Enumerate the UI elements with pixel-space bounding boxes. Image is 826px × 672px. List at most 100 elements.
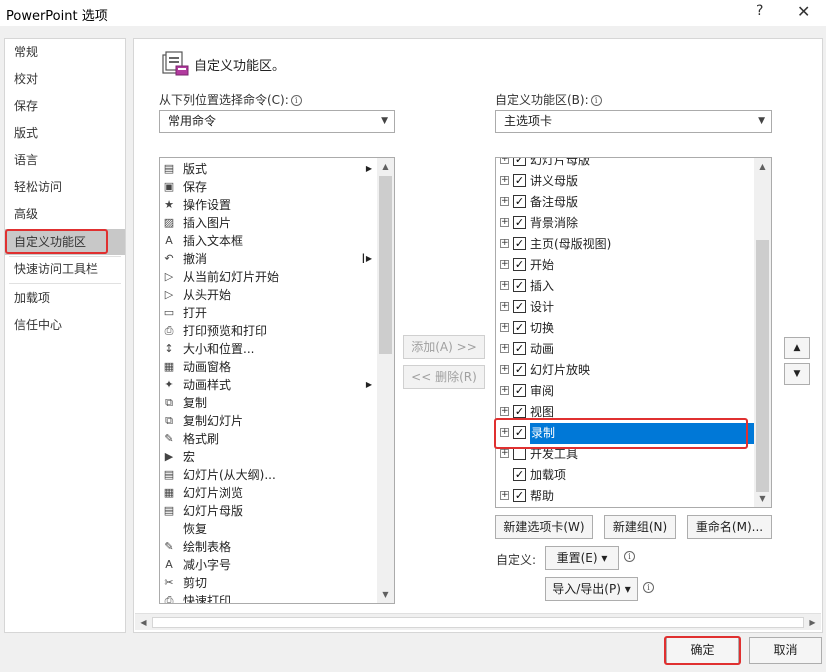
nav-item[interactable]: 信任中心 <box>5 312 125 338</box>
command-item[interactable]: ★ 操作设置 <box>160 196 376 214</box>
tabs-scrollbar[interactable]: ▲ ▼ <box>754 158 771 507</box>
cancel-button[interactable]: 取消 <box>749 637 822 664</box>
new-tab-button[interactable]: 新建选项卡(W) <box>495 515 593 539</box>
ribbon-tab-item[interactable]: + ✓ 讲义母版 <box>496 171 756 192</box>
nav-item[interactable]: 快速访问工具栏 <box>5 256 125 282</box>
ribbon-tab-item[interactable]: + ✓ 设计 <box>496 297 756 318</box>
checkbox-checked-icon[interactable]: ✓ <box>513 405 526 418</box>
command-item[interactable]: ↕ 大小和位置... <box>160 340 376 358</box>
import-export-button[interactable]: 导入/导出(P) ▾ <box>545 577 638 601</box>
expand-icon[interactable]: + <box>500 176 509 185</box>
scroll-left-icon[interactable]: ◀ <box>135 614 152 631</box>
expand-icon[interactable]: + <box>500 218 509 227</box>
ribbon-tab-item[interactable]: + ✓ 主页(母版视图) <box>496 234 756 255</box>
command-item[interactable]: ▨ 插入图片 <box>160 214 376 232</box>
move-down-button[interactable]: ▼ <box>784 363 810 385</box>
scroll-up-icon[interactable]: ▲ <box>754 158 771 175</box>
move-up-button[interactable]: ▲ <box>784 337 810 359</box>
command-item[interactable]: 恢复 <box>160 520 376 538</box>
checkbox-checked-icon[interactable]: ✓ <box>513 489 526 502</box>
expand-icon[interactable]: + <box>500 491 509 500</box>
expand-icon[interactable]: + <box>500 158 509 164</box>
rename-button[interactable]: 重命名(M)... <box>687 515 772 539</box>
command-item[interactable]: A 减小字号 <box>160 556 376 574</box>
command-item[interactable]: ▷ 从当前幻灯片开始 <box>160 268 376 286</box>
ribbon-tabs-tree[interactable]: ▲ ▼ + ✓ 幻灯片母版 + ✓ 讲义母版 + ✓ 备注母版 + ✓ 背景消除 + ✓ 主页(母版视图) +… <box>495 157 772 508</box>
ribbon-tabs-dropdown[interactable]: 主选项卡 ▼ <box>495 110 772 133</box>
command-item[interactable]: ▤ 版式 ▶ <box>160 160 376 178</box>
checkbox-checked-icon[interactable]: ✓ <box>513 426 526 439</box>
checkbox-checked-icon[interactable]: ✓ <box>513 321 526 334</box>
ribbon-tab-item[interactable]: + ✓ 录制 <box>496 423 756 444</box>
checkbox-unchecked-icon[interactable] <box>513 447 526 460</box>
command-item[interactable]: ▦ 幻灯片浏览 <box>160 484 376 502</box>
nav-item[interactable]: 保存 <box>5 93 125 119</box>
expand-icon[interactable]: + <box>500 344 509 353</box>
horizontal-scrollbar[interactable]: ◀ ▶ <box>135 613 821 630</box>
checkbox-checked-icon[interactable]: ✓ <box>513 258 526 271</box>
ribbon-tab-item[interactable]: + ✓ 审阅 <box>496 381 756 402</box>
nav-item[interactable]: 轻松访问 <box>5 174 125 200</box>
scroll-down-icon[interactable]: ▼ <box>754 490 771 507</box>
ribbon-tab-item[interactable]: + ✓ 动画 <box>496 339 756 360</box>
expand-icon[interactable]: + <box>500 386 509 395</box>
ok-button[interactable]: 确定 <box>666 637 739 664</box>
checkbox-checked-icon[interactable]: ✓ <box>513 174 526 187</box>
command-item[interactable]: ▭ 打开 <box>160 304 376 322</box>
scroll-down-icon[interactable]: ▼ <box>377 586 394 603</box>
expand-icon[interactable]: + <box>500 323 509 332</box>
expand-icon[interactable]: + <box>500 449 509 458</box>
command-item[interactable]: ⎙ 打印预览和打印 <box>160 322 376 340</box>
command-item[interactable]: ▤ 幻灯片母版 <box>160 502 376 520</box>
reset-button[interactable]: 重置(E) ▾ <box>545 546 619 570</box>
command-item[interactable]: A 插入文本框 <box>160 232 376 250</box>
expand-icon[interactable]: + <box>500 281 509 290</box>
command-item[interactable]: ✎ 绘制表格 <box>160 538 376 556</box>
command-item[interactable]: ✎ 格式刷 <box>160 430 376 448</box>
checkbox-checked-icon[interactable]: ✓ <box>513 279 526 292</box>
expand-icon[interactable]: + <box>500 260 509 269</box>
command-item[interactable]: ✦ 动画样式 ▶ <box>160 376 376 394</box>
ribbon-tab-item[interactable]: + ✓ 幻灯片母版 <box>496 158 756 171</box>
commands-listbox[interactable]: ▲ ▼ ▤ 版式 ▶ ▣ 保存 ★ 操作设置 ▨ 插入图片 A 插入文本框 ↶ 撤消 ┃▶ ▷ 从当前幻灯片开… <box>159 157 395 604</box>
command-item[interactable]: ▶ 宏 <box>160 448 376 466</box>
nav-item[interactable]: 高级 <box>5 201 125 227</box>
expand-icon[interactable]: + <box>500 239 509 248</box>
ribbon-tab-item[interactable]: + ✓ 帮助 <box>496 486 756 507</box>
ribbon-tab-item[interactable]: + ✓ 切换 <box>496 318 756 339</box>
checkbox-checked-icon[interactable]: ✓ <box>513 195 526 208</box>
checkbox-checked-icon[interactable]: ✓ <box>513 300 526 313</box>
scroll-thumb[interactable] <box>379 176 392 354</box>
scroll-up-icon[interactable]: ▲ <box>377 158 394 175</box>
expand-icon[interactable]: + <box>500 197 509 206</box>
checkbox-checked-icon[interactable]: ✓ <box>513 237 526 250</box>
command-item[interactable]: ✂ 剪切 <box>160 574 376 592</box>
nav-item[interactable]: 版式 <box>5 120 125 146</box>
command-item[interactable]: ⎙ 快速打印 <box>160 592 376 603</box>
nav-item[interactable]: 校对 <box>5 66 125 92</box>
scroll-right-icon[interactable]: ▶ <box>804 614 821 631</box>
checkbox-checked-icon[interactable]: ✓ <box>513 216 526 229</box>
nav-item[interactable]: 语言 <box>5 147 125 173</box>
nav-item[interactable]: 加载项 <box>5 285 125 311</box>
horizontal-scroll-thumb[interactable] <box>152 617 804 628</box>
command-item[interactable]: ▷ 从头开始 <box>160 286 376 304</box>
ribbon-tab-item[interactable]: + ✓ 开始 <box>496 255 756 276</box>
ribbon-tab-item[interactable]: + ✓ 视图 <box>496 402 756 423</box>
add-button[interactable]: 添加(A) >> <box>403 335 485 359</box>
nav-item[interactable]: 自定义功能区 <box>5 229 125 255</box>
expand-icon[interactable]: + <box>500 428 509 437</box>
choose-commands-dropdown[interactable]: 常用命令 ▼ <box>159 110 395 133</box>
command-item[interactable]: ▣ 保存 <box>160 178 376 196</box>
checkbox-checked-icon[interactable]: ✓ <box>513 384 526 397</box>
remove-button[interactable]: << 删除(R) <box>403 365 485 389</box>
ribbon-tab-item[interactable]: + 开发工具 <box>496 444 756 465</box>
checkbox-checked-icon[interactable]: ✓ <box>513 158 526 166</box>
ribbon-tab-item[interactable]: + ✓ 备注母版 <box>496 192 756 213</box>
help-button[interactable]: ? <box>756 3 763 19</box>
close-button[interactable]: ✕ <box>797 2 810 21</box>
command-item[interactable]: ⧉ 复制 <box>160 394 376 412</box>
command-item[interactable]: ▤ 幻灯片(从大纲)... <box>160 466 376 484</box>
ribbon-tab-item[interactable]: ✓ 加载项 <box>496 465 756 486</box>
checkbox-checked-icon[interactable]: ✓ <box>513 363 526 376</box>
